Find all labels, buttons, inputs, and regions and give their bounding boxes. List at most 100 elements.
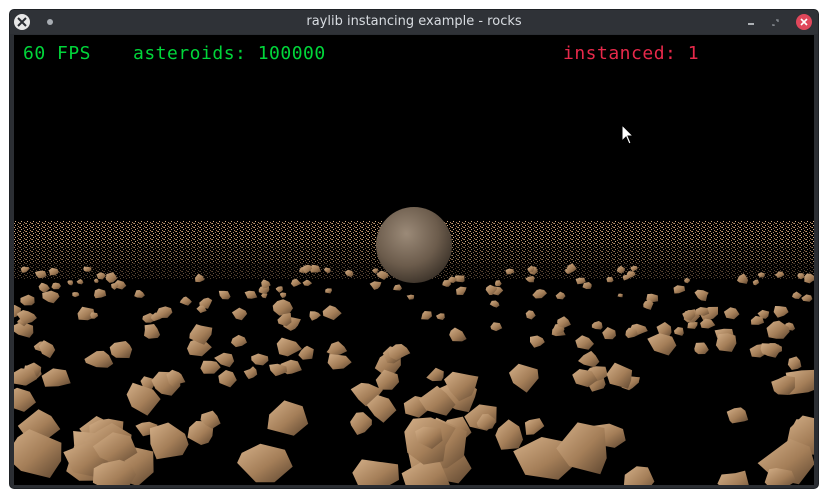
asteroid	[144, 324, 161, 339]
asteroid	[200, 360, 221, 374]
asteroid	[726, 407, 749, 424]
asteroid	[575, 335, 594, 350]
asteroid	[694, 342, 709, 355]
asteroid	[388, 344, 411, 361]
asteroid	[490, 322, 503, 332]
asteroid	[279, 292, 287, 298]
asteroid	[243, 366, 258, 380]
asteroid	[14, 387, 36, 412]
asteroid	[787, 356, 802, 370]
asteroid	[244, 290, 258, 299]
asteroid	[766, 320, 790, 339]
asteroid	[694, 289, 709, 302]
asteroid	[591, 321, 603, 330]
asteroid	[495, 280, 502, 287]
asteroid	[723, 307, 740, 320]
asteroid	[375, 369, 400, 390]
restore-icon[interactable]	[768, 15, 782, 29]
asteroid	[251, 353, 269, 366]
asteroid	[302, 279, 313, 286]
asteroid	[350, 412, 372, 435]
asteroid	[109, 341, 133, 359]
asteroid	[426, 367, 444, 382]
asteroid	[231, 334, 247, 348]
scene-canvas	[14, 207, 814, 485]
asteroid	[673, 327, 684, 336]
asteroid	[134, 290, 145, 298]
asteroid	[715, 333, 737, 352]
asteroid	[524, 418, 545, 435]
asteroid	[42, 290, 60, 304]
asteroid	[602, 327, 616, 340]
asteroid	[218, 370, 237, 388]
asteroid	[557, 316, 571, 328]
asteroid	[218, 290, 231, 300]
asteroid	[532, 289, 547, 299]
asteroid	[760, 343, 780, 358]
near-asteroid-field	[14, 263, 814, 485]
asteroid	[801, 294, 813, 302]
asteroid	[149, 422, 189, 460]
asteroid	[717, 470, 749, 485]
asteroid	[673, 285, 686, 294]
asteroid	[369, 281, 382, 290]
planet	[376, 207, 452, 283]
asteroid	[14, 368, 38, 386]
asteroid	[449, 327, 467, 342]
asteroid	[495, 419, 523, 450]
asteroid	[90, 312, 99, 319]
asteroid	[555, 291, 566, 300]
asteroid	[393, 284, 402, 291]
asteroid	[327, 354, 352, 370]
asteroid	[84, 350, 114, 368]
title-bar[interactable]: raylib instancing example - rocks	[10, 10, 818, 34]
asteroid	[290, 278, 302, 287]
asteroid	[72, 292, 80, 298]
window-title: raylib instancing example - rocks	[306, 14, 522, 29]
asteroid	[530, 335, 545, 348]
asteroid	[38, 282, 50, 293]
asteroid	[352, 459, 399, 485]
asteroid	[421, 311, 432, 320]
asteroid	[617, 293, 623, 298]
asteroid-count: asteroids: 100000	[133, 43, 326, 64]
asteroid	[237, 443, 293, 483]
asteroid	[750, 315, 765, 325]
asteroid	[275, 286, 283, 293]
close-icon[interactable]	[796, 14, 812, 30]
asteroid	[51, 282, 61, 290]
asteroid	[326, 341, 348, 356]
asteroid	[752, 279, 760, 286]
asteroid	[276, 337, 302, 357]
asteroid	[179, 296, 192, 306]
asteroid	[525, 310, 536, 320]
asteroid	[700, 318, 716, 329]
asteroid	[111, 282, 119, 290]
asteroid	[582, 282, 592, 289]
asteroid	[406, 294, 415, 300]
asteroid	[20, 294, 35, 306]
asteroid	[647, 333, 677, 356]
asteroid	[436, 313, 445, 320]
game-viewport[interactable]: 60 FPS asteroids: 100000 instanced: 1	[14, 35, 814, 485]
asteroid	[792, 291, 802, 299]
asteroid	[14, 429, 62, 478]
minimize-icon[interactable]	[744, 15, 758, 29]
asteroid	[509, 363, 539, 393]
asteroid	[41, 368, 71, 387]
asteroid	[325, 288, 332, 294]
mouse-cursor-icon	[621, 124, 635, 145]
asteroid	[606, 362, 633, 389]
asteroid	[456, 286, 467, 295]
asteroid	[489, 300, 500, 308]
asteroid	[687, 321, 698, 329]
asteroid	[231, 307, 248, 321]
asteroid	[267, 400, 309, 436]
asteroid	[322, 305, 342, 321]
asteroid	[76, 278, 84, 285]
asteroid	[804, 273, 814, 284]
asteroid	[578, 350, 600, 368]
asteroid	[623, 466, 655, 485]
asteroid	[67, 280, 73, 286]
asteroid	[261, 279, 271, 289]
